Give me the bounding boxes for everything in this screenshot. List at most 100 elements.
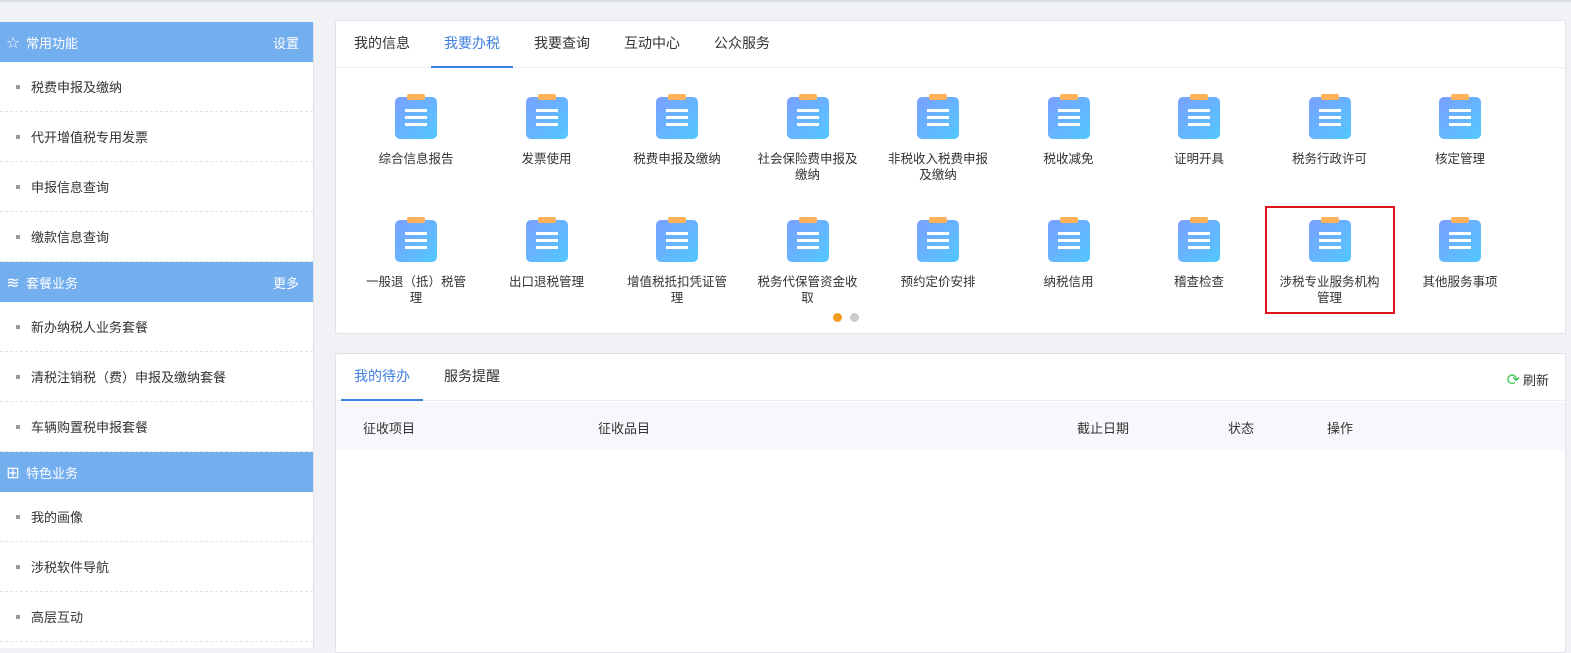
- column-header: 操作: [1327, 422, 1354, 437]
- service-item[interactable]: 税收减免: [1009, 94, 1129, 167]
- service-icon: [395, 94, 437, 139]
- sidebar-section-header: ≋ 套餐业务 更多: [0, 262, 313, 302]
- service-item[interactable]: 发票使用: [487, 94, 607, 167]
- tab[interactable]: 服务提醒: [431, 354, 513, 400]
- bullet-icon: [16, 84, 20, 89]
- sidebar-item[interactable]: 涉税软件导航: [0, 542, 313, 592]
- service-label: 发票使用: [521, 151, 572, 166]
- bullet-icon: [16, 564, 20, 569]
- refresh-icon: ⟳: [1506, 370, 1520, 389]
- carousel-dot-2[interactable]: [850, 313, 859, 322]
- carousel-dot-1[interactable]: [833, 313, 842, 322]
- sidebar-item-label: 高层互动: [31, 611, 84, 626]
- section-action-link[interactable]: 设置: [273, 33, 299, 52]
- service-label: 综合信息报告: [378, 151, 454, 166]
- service-item[interactable]: 稽查检查: [1139, 217, 1259, 290]
- sidebar-item-label: 车辆购置税申报套餐: [31, 421, 149, 436]
- service-label: 稽查检查: [1173, 274, 1224, 289]
- section-action-link[interactable]: 更多: [273, 273, 299, 292]
- bullet-icon: [16, 614, 20, 619]
- column-header: 截止日期: [1077, 422, 1130, 437]
- service-icon: [1439, 94, 1481, 139]
- service-label: 税收减免: [1043, 151, 1094, 166]
- todo-table-header: 征收项目 征收品目 截止日期 状态 操作: [336, 402, 1565, 450]
- service-icon: [395, 217, 437, 262]
- sidebar-item[interactable]: 车辆购置税申报套餐: [0, 402, 313, 452]
- service-item[interactable]: 非税收入税费申报及缴纳: [878, 94, 998, 183]
- service-tabs: 我的信息 我要办税 我要查询 互动中心 公众服务: [336, 21, 1565, 68]
- service-label: 涉税专业服务机构管理: [1279, 274, 1380, 305]
- tab[interactable]: 我的待办: [341, 354, 423, 401]
- service-label: 证明开具: [1173, 151, 1224, 166]
- service-item[interactable]: 涉税专业服务机构管理: [1264, 206, 1395, 314]
- sidebar-item[interactable]: 申报信息查询: [0, 162, 313, 212]
- service-icon: [1439, 217, 1481, 262]
- service-icon: [1308, 94, 1351, 139]
- service-label: 增值税抵扣凭证管理: [626, 274, 727, 305]
- service-icon: [1047, 94, 1090, 139]
- bullet-icon: [16, 514, 20, 519]
- service-item[interactable]: 其他服务事项: [1400, 217, 1520, 290]
- service-label: 纳税信用: [1043, 274, 1094, 289]
- sidebar-item[interactable]: 高层互动: [0, 592, 313, 642]
- bullet-icon: [16, 424, 20, 429]
- todo-tabs: 我的待办 服务提醒: [336, 354, 1565, 401]
- grid-icon: ⊞: [6, 462, 20, 482]
- service-item[interactable]: 税务行政许可: [1270, 94, 1390, 167]
- sidebar-item[interactable]: 新办纳税人业务套餐: [0, 302, 313, 352]
- service-icon: [525, 217, 568, 262]
- service-label: 核定管理: [1434, 151, 1485, 166]
- service-item[interactable]: 一般退（抵）税管理: [356, 217, 476, 306]
- tab[interactable]: 公众服务: [701, 21, 783, 67]
- service-icon: [656, 94, 698, 139]
- sidebar-section-header: ☆ 常用功能 设置: [0, 22, 313, 62]
- service-item[interactable]: 综合信息报告: [356, 94, 476, 167]
- service-label: 税务行政许可: [1291, 151, 1367, 166]
- service-item[interactable]: 税费申报及缴纳: [617, 94, 737, 167]
- layers-icon: ≋: [6, 272, 20, 292]
- service-icon: [917, 94, 959, 139]
- sidebar-item[interactable]: 税费申报及缴纳: [0, 62, 313, 112]
- service-icon: [1178, 94, 1220, 139]
- service-item[interactable]: 增值税抵扣凭证管理: [617, 217, 737, 306]
- tab[interactable]: 互动中心: [611, 21, 693, 67]
- sidebar-item[interactable]: 缴款信息查询: [0, 212, 313, 262]
- service-item[interactable]: 预约定价安排: [878, 217, 998, 290]
- service-icon: [525, 94, 568, 139]
- service-icon: [1178, 217, 1220, 262]
- tab[interactable]: 我要查询: [521, 21, 603, 67]
- bullet-icon: [16, 374, 20, 379]
- sidebar-item-label: 清税注销税（费）申报及缴纳套餐: [31, 371, 227, 386]
- service-item[interactable]: 税务代保管资金收取: [748, 217, 868, 306]
- sidebar-item[interactable]: 清税注销税（费）申报及缴纳套餐: [0, 352, 313, 402]
- tab[interactable]: 我的信息: [341, 21, 423, 67]
- service-icon: [786, 217, 829, 262]
- service-item[interactable]: 证明开具: [1139, 94, 1259, 167]
- service-label: 一般退（抵）税管理: [365, 274, 466, 305]
- section-title: 套餐业务: [26, 276, 79, 292]
- service-label: 税务代保管资金收取: [757, 274, 858, 305]
- service-item[interactable]: 社会保险费申报及缴纳: [748, 94, 868, 183]
- service-item[interactable]: 出口退税管理: [487, 217, 607, 290]
- column-header: 状态: [1228, 422, 1255, 437]
- bullet-icon: [16, 134, 20, 139]
- service-label: 税费申报及缴纳: [633, 151, 721, 166]
- sidebar-item-label: 税费申报及缴纳: [31, 81, 123, 96]
- refresh-button[interactable]: ⟳ 刷新: [1507, 370, 1549, 389]
- sidebar-item[interactable]: 我的画像: [0, 492, 313, 542]
- service-panel: 我的信息 我要办税 我要查询 互动中心 公众服务 综合信息报告 发票使用 税费申报及缴纳 社会…: [335, 20, 1566, 334]
- column-header: 征收项目: [363, 422, 416, 437]
- sidebar-item[interactable]: 代开增值税专用发票: [0, 112, 313, 162]
- bullet-icon: [16, 234, 20, 239]
- service-icon: [786, 94, 829, 139]
- service-item[interactable]: 核定管理: [1400, 94, 1520, 167]
- tab[interactable]: 我要办税: [431, 21, 513, 68]
- sidebar-item-label: 新办纳税人业务套餐: [31, 321, 149, 336]
- sidebar: ☆ 常用功能 设置 税费申报及缴纳 代开增值税专用发票 申报信息查询 缴款信息查询 ≋ 套餐业务…: [0, 22, 314, 648]
- refresh-label: 刷新: [1522, 374, 1549, 389]
- section-title: 常用功能: [26, 36, 79, 52]
- service-label: 出口退税管理: [508, 274, 584, 289]
- service-item[interactable]: 纳税信用: [1009, 217, 1129, 290]
- sidebar-section-header: ⊞ 特色业务: [0, 452, 313, 492]
- todo-panel: 我的待办 服务提醒 ⟳ 刷新 征收项目 征收品目 截止日期 状态 操作: [335, 353, 1566, 653]
